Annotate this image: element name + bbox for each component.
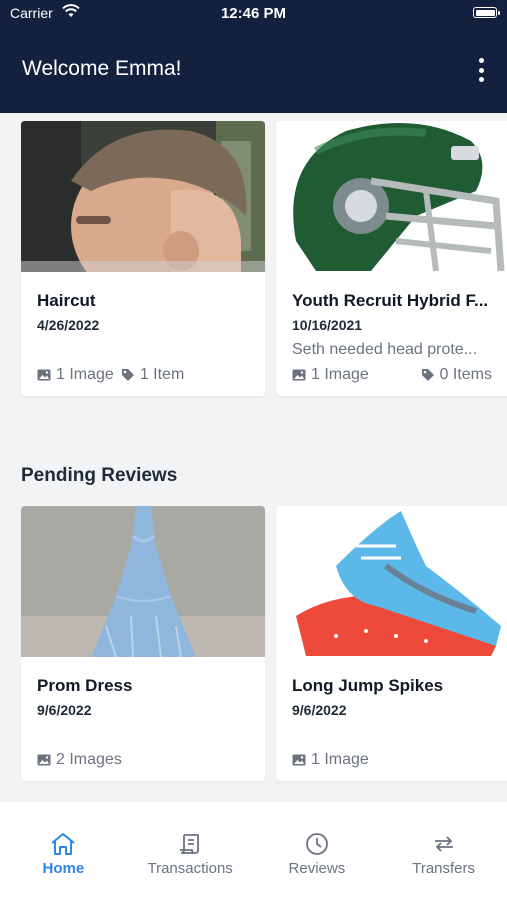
card-description: Seth needed head prote...	[292, 341, 478, 358]
image-count: 2 Images	[56, 751, 122, 768]
card-meta: 2 Images	[37, 751, 251, 769]
clock-icon	[305, 832, 329, 861]
tab-home[interactable]: Home	[0, 802, 127, 900]
tab-label: Transfers	[412, 860, 476, 877]
item-count: 1 Item	[139, 366, 185, 383]
tag-icon	[121, 369, 134, 381]
image-icon	[292, 754, 306, 766]
tab-label: Transactions	[147, 860, 233, 877]
bottom-tab-bar: Home Transactions Reviews Transfers	[0, 802, 507, 900]
card-meta: 1 Image 1 Item	[37, 366, 251, 384]
page-title: Welcome Emma!	[22, 57, 182, 80]
battery-icon	[473, 7, 500, 18]
image-icon	[37, 369, 51, 381]
tab-label: Home	[42, 860, 85, 877]
card-title: Haircut	[37, 291, 96, 310]
card-title: Prom Dress	[37, 676, 133, 695]
pending-reviews-heading: Pending Reviews	[21, 465, 178, 486]
image-count: 1 Image	[311, 366, 369, 383]
transaction-card-haircut[interactable]: Haircut 4/26/2022 1 Image 1 Item	[21, 121, 265, 396]
card-date: 4/26/2022	[37, 317, 100, 333]
tab-transactions[interactable]: Transactions	[127, 802, 254, 900]
image-count: 1 Image	[56, 366, 114, 383]
more-options-icon[interactable]	[477, 58, 485, 82]
image-icon	[292, 369, 306, 381]
home-icon	[50, 832, 76, 861]
card-date: 9/6/2022	[292, 702, 347, 718]
card-date: 10/16/2021	[292, 317, 363, 333]
transfer-arrows-icon	[431, 832, 457, 861]
card-title: Youth Recruit Hybrid F...	[292, 291, 489, 310]
transaction-card-helmet[interactable]: Youth Recruit Hybrid F... 10/16/2021 Set…	[276, 121, 507, 396]
item-count: 0 Items	[439, 366, 492, 383]
tag-icon	[421, 369, 434, 381]
spikes-image	[276, 506, 507, 657]
receipt-icon	[178, 832, 202, 861]
tab-label: Reviews	[288, 860, 346, 877]
tab-reviews[interactable]: Reviews	[254, 802, 381, 900]
card-title: Long Jump Spikes	[292, 676, 444, 695]
image-count: 1 Image	[311, 751, 369, 768]
helmet-image	[276, 121, 507, 272]
image-icon	[37, 754, 51, 766]
card-meta: 1 Image 0 Items	[292, 366, 506, 384]
app-header: Carrier 12:46 PM Welcome Emma!	[0, 0, 507, 113]
review-card-prom-dress[interactable]: Prom Dress 9/6/2022 2 Images	[21, 506, 265, 781]
clock-time: 12:46 PM	[220, 5, 287, 22]
status-bar: Carrier 12:46 PM	[0, 0, 507, 28]
tab-transfers[interactable]: Transfers	[380, 802, 507, 900]
haircut-image	[21, 121, 265, 272]
card-meta: 1 Image	[292, 751, 506, 769]
card-date: 9/6/2022	[37, 702, 92, 718]
dress-image	[21, 506, 265, 657]
review-card-long-jump-spikes[interactable]: Long Jump Spikes 9/6/2022 1 Image	[276, 506, 507, 781]
